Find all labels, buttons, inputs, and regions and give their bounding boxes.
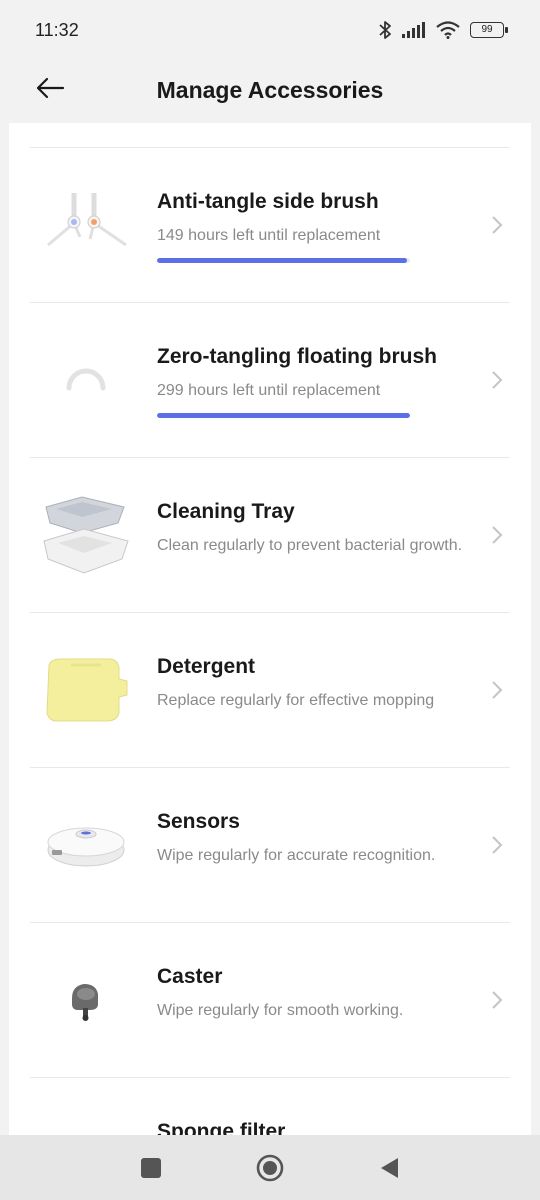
item-title: Sponge filter xyxy=(157,1120,286,1135)
arrow-left-icon xyxy=(36,77,65,99)
item-title: Cleaning Tray xyxy=(157,500,295,523)
side-brush-image xyxy=(38,180,134,270)
home-button[interactable] xyxy=(255,1153,285,1183)
bluetooth-icon xyxy=(379,21,391,39)
item-title: Sensors xyxy=(157,810,240,833)
robot-vacuum-image xyxy=(38,800,134,890)
chevron-right-icon xyxy=(492,991,503,1009)
list-item-sponge-filter[interactable]: Sponge filter xyxy=(30,1078,510,1135)
cleaning-tray-image xyxy=(38,490,134,580)
status-icons: 99 xyxy=(378,20,508,40)
chevron-right-icon xyxy=(492,216,503,234)
list-item-zero-tangling-floating-brush[interactable]: Zero-tangling floating brush 299 hours l… xyxy=(30,303,510,458)
detergent-image xyxy=(38,645,134,735)
item-title: Anti-tangle side brush xyxy=(157,190,379,213)
status-bar: 11:32 99 xyxy=(0,0,540,60)
chevron-right-icon xyxy=(492,681,503,699)
item-title: Detergent xyxy=(157,655,256,678)
item-title: Zero-tangling floating brush xyxy=(157,345,437,368)
list-item-sensors[interactable]: Sensors Wipe regularly for accurate reco… xyxy=(30,768,510,923)
wifi-icon xyxy=(436,21,460,39)
life-progress-bar xyxy=(157,258,410,263)
page-title: Manage Accessories xyxy=(156,76,384,103)
recent-apps-button[interactable] xyxy=(136,1153,166,1183)
list-item-detergent[interactable]: Detergent Replace regularly for effectiv… xyxy=(30,613,510,768)
item-subtitle: Replace regularly for effective mopping xyxy=(157,692,435,709)
header: Manage Accessories xyxy=(0,60,540,120)
back-triangle-icon xyxy=(381,1158,398,1178)
recent-apps-icon xyxy=(141,1158,161,1178)
chevron-right-icon xyxy=(492,526,503,544)
item-subtitle: 149 hours left until replacement xyxy=(157,227,381,244)
back-nav-button[interactable] xyxy=(374,1153,404,1183)
item-subtitle: Wipe regularly for accurate recognition. xyxy=(157,847,436,864)
status-time: 11:32 xyxy=(35,19,79,40)
item-subtitle: 299 hours left until replacement xyxy=(157,382,381,399)
battery-icon: 99 xyxy=(470,22,508,38)
item-subtitle: Clean regularly to prevent bacterial gro… xyxy=(157,537,463,554)
item-title: Caster xyxy=(157,965,223,988)
item-subtitle: Wipe regularly for smooth working. xyxy=(157,1002,404,1019)
life-progress-fill xyxy=(157,413,410,418)
home-icon xyxy=(256,1154,284,1182)
loading-spinner-icon xyxy=(38,335,134,425)
list-item-caster[interactable]: Caster Wipe regularly for smooth working… xyxy=(30,923,510,1078)
battery-level: 99 xyxy=(481,24,493,35)
system-nav-bar xyxy=(0,1135,540,1200)
chevron-right-icon xyxy=(492,836,503,854)
chevron-right-icon xyxy=(492,371,503,389)
list-item-cleaning-tray[interactable]: Cleaning Tray Clean regularly to prevent… xyxy=(30,458,510,613)
life-progress-fill xyxy=(157,258,408,263)
life-progress-bar xyxy=(157,413,410,418)
accessories-card: Anti-tangle side brush 149 hours left un… xyxy=(9,123,531,1135)
list-item-anti-tangle-side-brush[interactable]: Anti-tangle side brush 149 hours left un… xyxy=(30,148,510,303)
caster-wheel-image xyxy=(38,955,134,1045)
accessories-list: Anti-tangle side brush 149 hours left un… xyxy=(30,148,510,1135)
sponge-filter-image xyxy=(38,1110,134,1135)
back-button[interactable] xyxy=(30,68,70,108)
signal-icon xyxy=(402,22,425,38)
